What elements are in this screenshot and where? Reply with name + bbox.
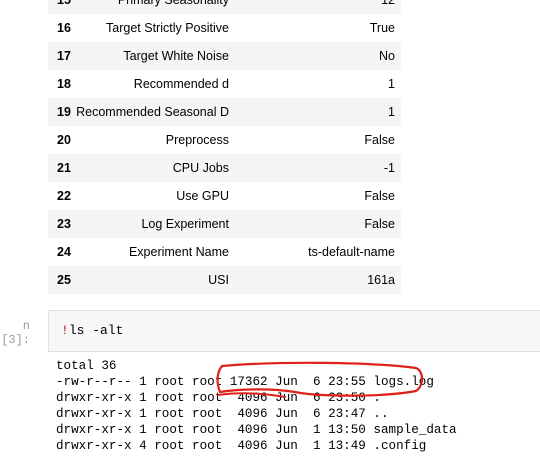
row-description: Preprocess xyxy=(165,133,229,147)
row-description: Recommended Seasonal D xyxy=(76,105,229,119)
row-description: Experiment Name xyxy=(128,245,229,259)
table-row: 19 Recommended Seasonal D 1 xyxy=(48,98,401,126)
row-description: USI xyxy=(208,273,229,287)
row-index: 17 xyxy=(57,49,71,63)
row-description: Primary Seasonality xyxy=(117,0,229,7)
row-value: True xyxy=(369,21,395,35)
table-row: 25 USI 161a xyxy=(48,266,401,294)
row-index: 22 xyxy=(57,189,71,203)
row-value: ts-default-name xyxy=(308,245,395,259)
row-index: 21 xyxy=(57,161,71,175)
shell-bang: ! xyxy=(61,323,69,338)
output-line: drwxr-xr-x 1 root root 4096 Jun 1 13:50 … xyxy=(56,423,457,437)
output-line: drwxr-xr-x 4 root root 4096 Jun 1 13:49 … xyxy=(56,439,427,453)
cell-prompt: n [3]: xyxy=(1,319,30,347)
row-value: False xyxy=(364,133,395,147)
row-description: CPU Jobs xyxy=(172,161,229,175)
table-row: 17 Target White Noise No xyxy=(48,42,401,70)
row-index: 18 xyxy=(57,77,71,91)
row-description: Target Strictly Positive xyxy=(106,21,229,35)
code-input-cell[interactable]: !ls -alt xyxy=(48,310,540,352)
table-row: 21 CPU Jobs -1 xyxy=(48,154,401,182)
output-line: -rw-r--r-- 1 root root 17362 Jun 6 23:55… xyxy=(56,375,434,389)
row-index: 24 xyxy=(57,245,71,259)
row-value: 1 xyxy=(388,105,395,119)
table-row: 24 Experiment Name ts-default-name xyxy=(48,238,401,266)
row-value: No xyxy=(379,49,395,63)
output-line: drwxr-xr-x 1 root root 4096 Jun 6 23:50 … xyxy=(56,391,381,405)
output-line: total 36 xyxy=(56,359,117,373)
table-row: 15 Primary Seasonality 12 xyxy=(48,0,401,14)
table-row: 23 Log Experiment False xyxy=(48,210,401,238)
row-description: Target White Noise xyxy=(123,49,229,63)
row-index: 19 xyxy=(57,105,71,119)
row-value: 1 xyxy=(388,77,395,91)
table-row: 22 Use GPU False xyxy=(48,182,401,210)
row-value: 161a xyxy=(367,273,395,287)
row-description: Use GPU xyxy=(176,189,229,203)
row-value: False xyxy=(364,189,395,203)
row-index: 15 xyxy=(57,0,71,7)
output-line: drwxr-xr-x 1 root root 4096 Jun 6 23:47 … xyxy=(56,407,389,421)
row-index: 23 xyxy=(57,217,71,231)
row-index: 25 xyxy=(57,273,71,287)
row-index: 16 xyxy=(57,21,71,35)
row-value: -1 xyxy=(383,161,395,175)
row-description: Recommended d xyxy=(133,77,229,91)
row-value: False xyxy=(364,217,395,231)
cell-output: total 36 -rw-r--r-- 1 root root 17362 Ju… xyxy=(56,358,457,454)
table-row: 18 Recommended d 1 xyxy=(48,70,401,98)
table-row: 20 Preprocess False xyxy=(48,126,401,154)
row-index: 20 xyxy=(57,133,71,147)
code-line[interactable]: !ls -alt xyxy=(61,311,123,351)
row-description: Log Experiment xyxy=(141,217,229,231)
row-value: 12 xyxy=(381,0,395,7)
shell-command: ls -alt xyxy=(68,323,124,338)
table-row: 16 Target Strictly Positive True xyxy=(48,14,401,42)
